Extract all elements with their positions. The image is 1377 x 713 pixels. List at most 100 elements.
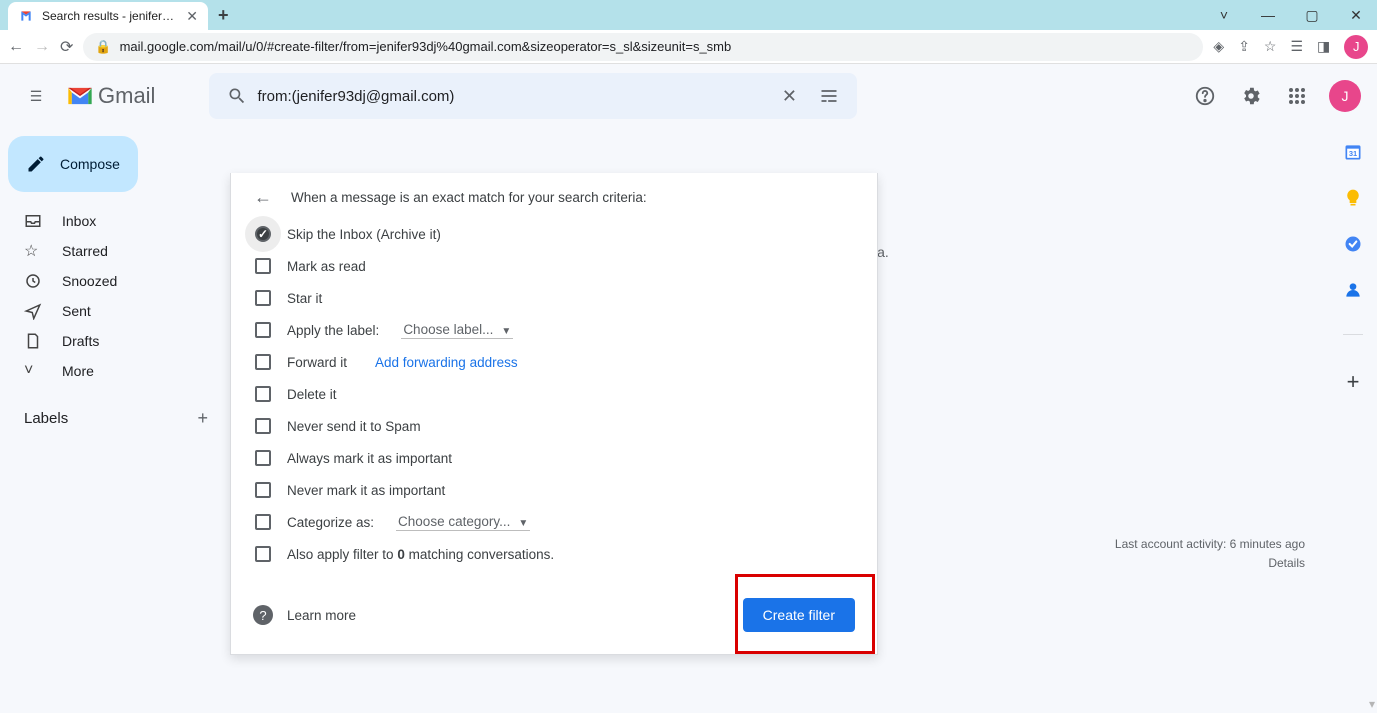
checkbox-delete[interactable] [255,386,271,402]
filter-option-forward[interactable]: Forward it Add forwarding address [253,346,855,378]
compose-button[interactable]: Compose [8,136,138,192]
tab-close-icon[interactable]: ✕ [186,8,198,25]
checkbox-categorize[interactable] [255,514,271,530]
sidebar-item-drafts[interactable]: Drafts [0,326,224,356]
sidebar-item-sent[interactable]: Sent [0,296,224,326]
window-maximize-icon[interactable]: ▢ [1297,7,1327,24]
window-minimize-icon[interactable]: — [1253,7,1283,23]
nav-reload-icon[interactable]: ⟳ [60,37,73,57]
inbox-icon [24,212,44,230]
header-actions: J [1185,76,1361,116]
gmail-logo-icon [66,85,94,107]
filter-option-categorize[interactable]: Categorize as: Choose category...▼ [253,506,855,538]
address-bar-actions: ◈ ⇪ ☆ ☰ ◨ J ⋮ [1213,35,1377,59]
main-menu-icon[interactable]: ☰ [16,76,56,116]
choose-category-dropdown[interactable]: Choose category...▼ [396,514,530,531]
window-close-icon[interactable]: ✕ [1341,7,1371,24]
checkbox-never-spam[interactable] [255,418,271,434]
sidebar-item-starred[interactable]: ☆ Starred [0,236,224,266]
filter-option-star[interactable]: Star it [253,282,855,314]
checkbox-also-apply[interactable] [255,546,271,562]
gmail-logo[interactable]: Gmail [66,83,155,109]
also-apply-label: Also apply filter to 0 matching conversa… [287,547,554,562]
checkbox-skip-inbox[interactable] [255,226,271,242]
gmail-favicon [18,8,34,24]
skip-inbox-label: Skip the Inbox (Archive it) [287,227,441,242]
sidebar-item-inbox[interactable]: Inbox [0,206,224,236]
more-label: More [62,363,94,379]
categorize-text: Categorize as: [287,515,374,530]
create-filter-panel: ← When a message is an exact match for y… [230,173,878,655]
bookmark-star-icon[interactable]: ☆ [1264,38,1277,55]
forward-label: Forward it [287,355,347,370]
profile-avatar[interactable]: J [1329,80,1361,112]
new-tab-button[interactable]: + [218,5,229,26]
panel-icon[interactable]: ◨ [1317,38,1330,55]
account-activity-text: Last account activity: 6 minutes ago [1115,535,1305,554]
checkbox-apply-label[interactable] [255,322,271,338]
always-important-label: Always mark it as important [287,451,452,466]
star-label: Star it [287,291,322,306]
calendar-icon[interactable]: 31 [1343,142,1363,162]
browser-tab-strip: Search results - jeniferswagathdj ✕ + ˅ … [0,0,1377,30]
support-icon[interactable] [1185,76,1225,116]
chevron-down-icon: ˅ [24,362,44,380]
scroll-down-icon[interactable]: ▾ [1369,697,1375,711]
settings-gear-icon[interactable] [1231,76,1271,116]
checkbox-never-important[interactable] [255,482,271,498]
search-options-icon[interactable] [809,76,849,116]
starred-label: Starred [62,243,108,259]
window-controls: ˅ — ▢ ✕ [1209,0,1371,30]
inbox-label: Inbox [62,213,96,229]
chevron-down-icon[interactable]: ˅ [1209,7,1239,23]
choose-label-dropdown[interactable]: Choose label...▼ [401,322,513,339]
filter-panel-header: ← When a message is an exact match for y… [253,187,855,208]
contacts-icon[interactable] [1343,280,1363,300]
sent-label: Sent [62,303,91,319]
filter-option-delete[interactable]: Delete it [253,378,855,410]
browser-tab[interactable]: Search results - jeniferswagathdj ✕ [8,2,208,30]
back-arrow-icon[interactable]: ← [253,187,273,208]
tasks-icon[interactable] [1343,234,1363,254]
nav-forward-icon[interactable]: → [34,38,50,56]
filter-option-apply-label[interactable]: Apply the label: Choose label...▼ [253,314,855,346]
reading-list-icon[interactable]: ☰ [1290,38,1303,55]
keep-icon[interactable] [1343,188,1363,208]
checkbox-forward[interactable] [255,354,271,370]
filter-option-always-important[interactable]: Always mark it as important [253,442,855,474]
filter-option-skip-inbox[interactable]: Skip the Inbox (Archive it) [253,218,855,250]
checkbox-star[interactable] [255,290,271,306]
filter-option-also-apply[interactable]: Also apply filter to 0 matching conversa… [253,538,855,570]
learn-more-link[interactable]: Learn more [287,608,356,623]
checkbox-always-important[interactable] [255,450,271,466]
clear-search-icon[interactable]: ✕ [769,76,809,116]
add-label-icon[interactable]: + [197,408,208,429]
checkbox-mark-read[interactable] [255,258,271,274]
help-icon[interactable]: ? [253,605,273,625]
nav-back-icon[interactable]: ← [8,38,24,56]
share-icon[interactable]: ⇪ [1238,38,1250,55]
add-addon-icon[interactable]: + [1347,369,1360,395]
add-forwarding-link[interactable]: Add forwarding address [375,355,518,370]
mark-read-label: Mark as read [287,259,366,274]
gmail-logo-text: Gmail [98,83,155,109]
send-icon [24,302,44,320]
details-link[interactable]: Details [1115,554,1305,573]
eye-icon[interactable]: ◈ [1213,38,1224,55]
sidebar-item-more[interactable]: ˅ More [0,356,224,386]
caret-down-icon: ▼ [501,326,511,337]
url-field[interactable]: 🔒 mail.google.com/mail/u/0/#create-filte… [83,33,1203,61]
never-important-label: Never mark it as important [287,483,445,498]
create-filter-button[interactable]: Create filter [743,598,855,632]
sidebar-item-snoozed[interactable]: Snoozed [0,266,224,296]
apply-label-text: Apply the label: [287,323,379,338]
filter-option-never-important[interactable]: Never mark it as important [253,474,855,506]
search-icon[interactable] [217,76,257,116]
google-apps-icon[interactable] [1277,76,1317,116]
filter-option-never-spam[interactable]: Never send it to Spam [253,410,855,442]
filter-option-mark-read[interactable]: Mark as read [253,250,855,282]
search-input[interactable] [257,88,769,105]
filter-panel-footer: ? Learn more Create filter [253,598,855,632]
browser-profile-avatar[interactable]: J [1344,35,1368,59]
gmail-app: ☰ Gmail ✕ [0,64,1377,713]
